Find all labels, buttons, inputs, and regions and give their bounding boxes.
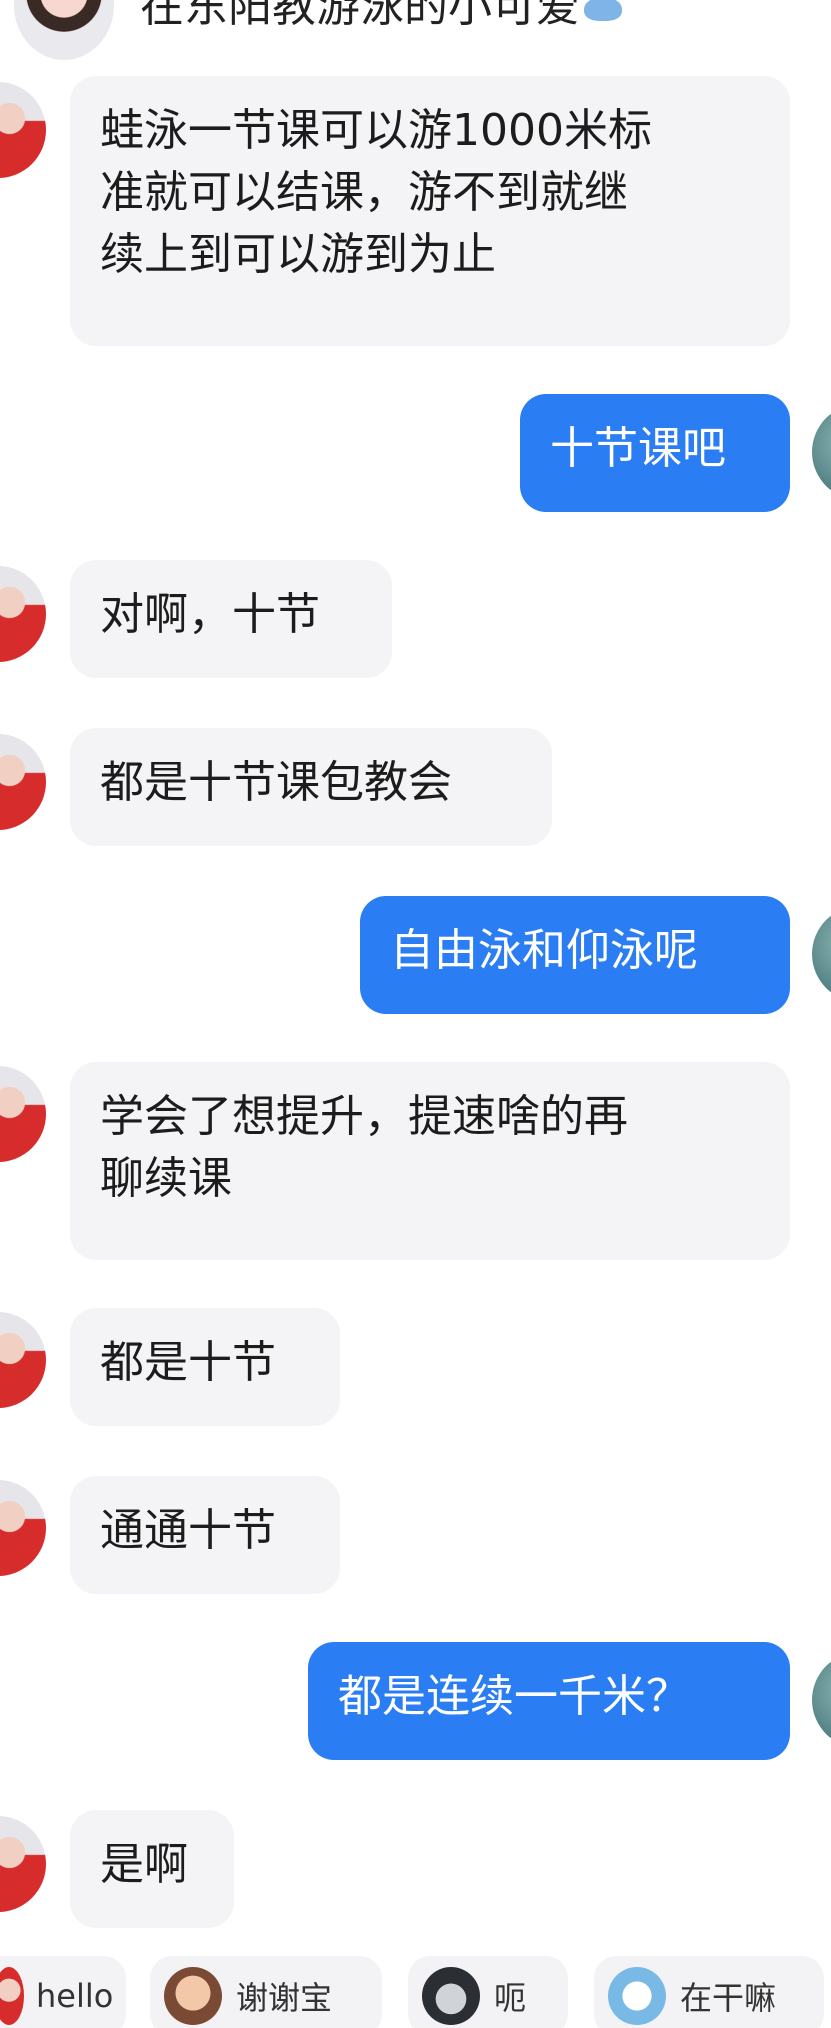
my-avatar[interactable]	[812, 1652, 831, 1748]
contact-avatar[interactable]	[0, 1312, 46, 1408]
doll-sticker-icon	[608, 1967, 666, 2025]
contact-avatar[interactable]	[0, 734, 46, 830]
message-bubble-incoming[interactable]: 学会了想提升，提速啥的再 聊续课	[70, 1062, 790, 1260]
chat-screen: 在东阳教游泳的小可爱 蛙泳一节课可以游1000米标 准就可以结课，游不到就继 续…	[0, 0, 831, 2028]
avatar-icon	[0, 1967, 24, 2025]
contact-name-header: 在东阳教游泳的小可爱	[140, 0, 622, 34]
girl-sticker-icon	[164, 1967, 222, 2025]
message-bubble-incoming[interactable]: 通通十节	[70, 1476, 340, 1594]
message-bubble-incoming[interactable]: 都是十节课包教会	[70, 728, 552, 846]
my-avatar[interactable]	[812, 404, 831, 500]
contact-avatar[interactable]	[0, 1480, 46, 1576]
message-bubble-incoming[interactable]: 都是十节	[70, 1308, 340, 1426]
contact-avatar[interactable]	[14, 0, 114, 60]
quick-reply-label: 在干嘛	[680, 1979, 777, 2017]
contact-avatar[interactable]	[0, 1816, 46, 1912]
message-bubble-outgoing[interactable]: 自由泳和仰泳呢	[360, 896, 790, 1014]
message-bubble-incoming[interactable]: 蛙泳一节课可以游1000米标 准就可以结课，游不到就继 续上到可以游到为止	[70, 76, 790, 346]
message-bubble-outgoing[interactable]: 都是连续一千米？	[308, 1642, 790, 1760]
quick-reply-bar: hello 谢谢宝 呃 在干嘛	[0, 1956, 831, 2028]
my-avatar[interactable]	[812, 906, 831, 1002]
message-bubble-incoming[interactable]: 是啊	[70, 1810, 234, 1928]
quick-reply-hello[interactable]: hello	[0, 1956, 126, 2028]
contact-avatar[interactable]	[0, 82, 46, 178]
quick-reply-label: hello	[36, 1977, 114, 2015]
message-bubble-incoming[interactable]: 对啊，十节	[70, 560, 392, 678]
message-bubble-outgoing[interactable]: 十节课吧	[520, 394, 790, 512]
quick-reply-uh[interactable]: 呃	[408, 1956, 568, 2028]
contact-avatar[interactable]	[0, 566, 46, 662]
whale-emoji-icon	[584, 0, 622, 21]
contact-name: 在东阳教游泳的小可爱	[140, 0, 580, 32]
quick-reply-thanks[interactable]: 谢谢宝	[150, 1956, 382, 2028]
cat-sticker-icon	[422, 1967, 480, 2025]
quick-reply-label: 谢谢宝	[236, 1979, 333, 2017]
quick-reply-label: 呃	[494, 1979, 527, 2017]
contact-avatar[interactable]	[0, 1066, 46, 1162]
quick-reply-what-doing[interactable]: 在干嘛	[594, 1956, 824, 2028]
